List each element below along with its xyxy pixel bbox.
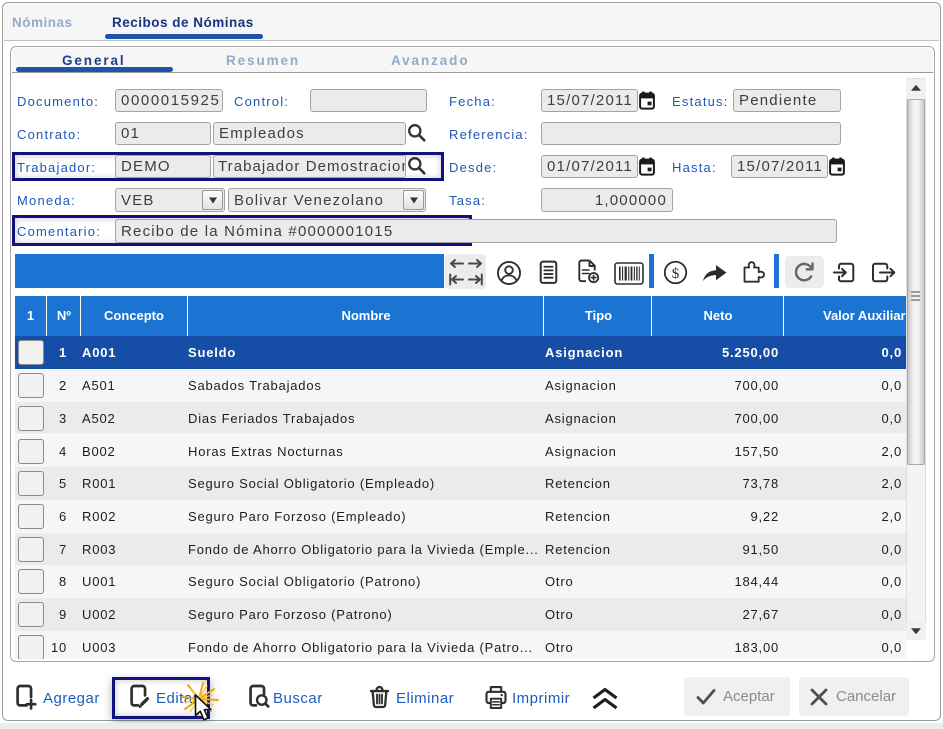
svg-text:$: $ (672, 266, 680, 282)
